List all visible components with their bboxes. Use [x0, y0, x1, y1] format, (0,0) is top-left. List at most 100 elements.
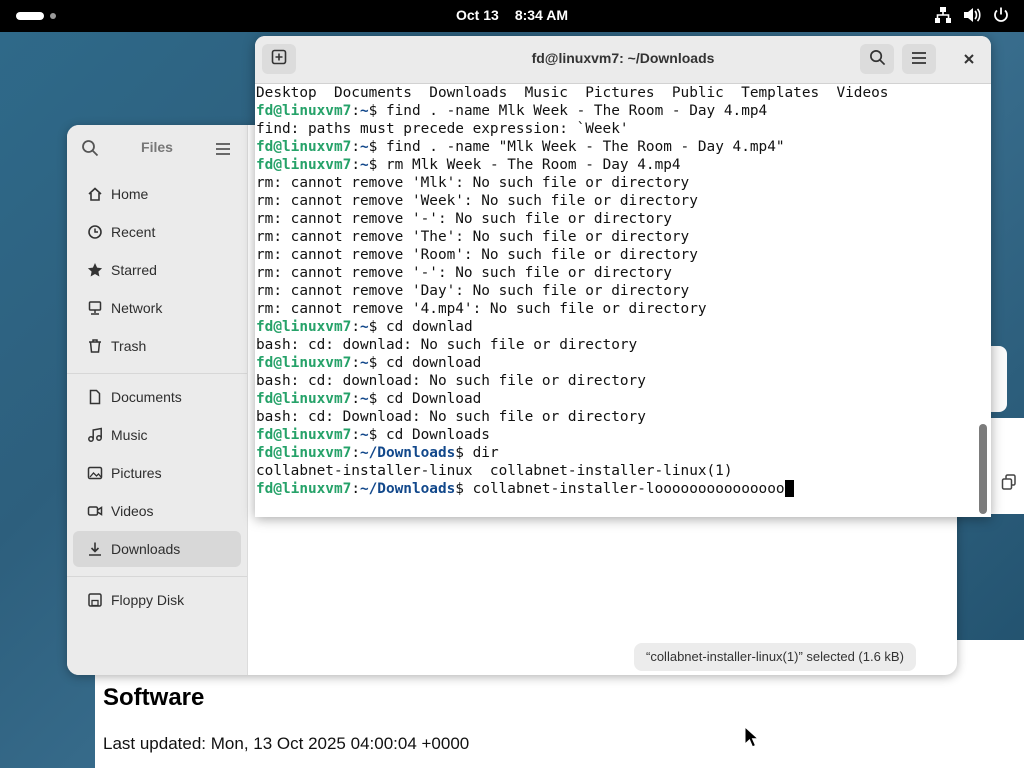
sidebar-item-label: Downloads [111, 541, 181, 557]
output-text: rm: cannot remove 'Room': No such file o… [256, 247, 698, 263]
background-window-panel [991, 418, 1024, 514]
command-text: dir [472, 445, 499, 461]
sidebar-item-label: Documents [111, 389, 182, 405]
output-text: bash: cd: downlad: No such file or direc… [256, 337, 638, 353]
terminal-output-line: rm: cannot remove 'Mlk': No such file or… [256, 174, 976, 192]
sidebar-item-label: Home [111, 186, 149, 202]
prompt-path: ~ [359, 139, 369, 155]
volume-icon[interactable] [962, 6, 982, 24]
home-icon [87, 186, 103, 202]
command-text: cd Download [385, 391, 482, 407]
menu-button[interactable] [902, 44, 936, 74]
output-text: Desktop Documents Downloads Music Pictur… [256, 85, 889, 101]
terminal-prompt-line: fd@linuxvm7:~$ cd downlad [256, 319, 473, 335]
terminal-output-line: find: paths must precede expression: `We… [256, 120, 976, 138]
clock-icon [87, 224, 103, 240]
trash-icon [87, 338, 103, 354]
background-window-edge [991, 346, 1007, 412]
power-icon[interactable] [992, 6, 1010, 24]
terminal-output-line: collabnet-installer-linux collabnet-inst… [256, 462, 976, 480]
sidebar-item-label: Music [111, 427, 148, 443]
output-text: rm: cannot remove 'The': No such file or… [256, 229, 690, 245]
sidebar-item-recent[interactable]: Recent [73, 214, 241, 250]
sidebar-item-label: Pictures [111, 465, 162, 481]
output-text: collabnet-installer-linux collabnet-inst… [256, 463, 733, 479]
terminal-output-line: Desktop Documents Downloads Music Pictur… [256, 84, 976, 102]
copy-icon[interactable] [1001, 474, 1017, 494]
date: Oct 13 [456, 7, 499, 23]
prompt-user: fd@linuxvm7 [256, 157, 352, 173]
sidebar-divider [67, 373, 247, 374]
command-text: find . -name Mlk Week - The Room - Day 4… [385, 103, 768, 119]
floppy-icon [87, 592, 103, 608]
time: 8:34 AM [514, 7, 568, 23]
output-text: find: paths must precede expression: `We… [256, 121, 629, 137]
terminal-prompt-line: fd@linuxvm7:~$ find . -name Mlk Week - T… [256, 103, 768, 119]
terminal-output-line: rm: cannot remove 'Week': No such file o… [256, 192, 976, 210]
prompt-path: ~ [359, 427, 369, 443]
terminal-prompt-line: fd@linuxvm7:~/Downloads$ collabnet-insta… [256, 480, 976, 498]
close-button[interactable] [956, 46, 982, 72]
clock[interactable]: Oct 13 8:34 AM [0, 7, 1024, 23]
terminal-output-line: rm: cannot remove 'The': No such file or… [256, 228, 976, 246]
sidebar-item-pictures[interactable]: Pictures [73, 455, 241, 491]
prompt-path: ~ [359, 319, 369, 335]
terminal-prompt-line: fd@linuxvm7:~$ rm Mlk Week - The Room - … [256, 157, 681, 173]
sidebar-item-starred[interactable]: Starred [73, 252, 241, 288]
terminal-prompt-line: fd@linuxvm7:~$ cd Download [256, 391, 482, 407]
terminal-output-line: rm: cannot remove '-': No such file or d… [256, 210, 976, 228]
terminal-output-line: bash: cd: downlad: No such file or direc… [256, 336, 976, 354]
hamburger-menu-icon[interactable] [215, 141, 231, 160]
terminal-scrollbar[interactable] [979, 424, 987, 514]
search-icon [869, 49, 886, 70]
terminal-prompt-line: fd@linuxvm7:~$ cd download [256, 355, 482, 371]
sidebar-item-network[interactable]: Network [73, 290, 241, 326]
command-text: cd download [385, 355, 482, 371]
system-tray[interactable] [934, 6, 1010, 24]
output-text: rm: cannot remove '-': No such file or d… [256, 265, 672, 281]
sidebar-item-home[interactable]: Home [73, 176, 241, 212]
sidebar-item-videos[interactable]: Videos [73, 493, 241, 529]
prompt-path: ~ [359, 103, 369, 119]
sidebar-item-label: Videos [111, 503, 154, 519]
sidebar-item-label: Recent [111, 224, 156, 240]
search-button[interactable] [860, 44, 894, 74]
prompt-path: ~/Downloads [359, 445, 456, 461]
download-icon [87, 541, 103, 557]
terminal-header: fd@linuxvm7: ~/Downloads [255, 36, 991, 84]
command-text: find . -name "Mlk Week - The Room - Day … [385, 139, 785, 155]
prompt-user: fd@linuxvm7 [256, 445, 352, 461]
document-icon [87, 389, 103, 405]
sidebar-item-label: Trash [111, 338, 147, 354]
terminal-window[interactable]: fd@linuxvm7: ~/Downloads Desktop Documen… [255, 36, 991, 517]
terminal-prompt-line: fd@linuxvm7:~$ cd Downloads [256, 427, 490, 443]
network-icon[interactable] [934, 6, 952, 24]
mouse-pointer-icon [744, 725, 760, 752]
terminal-output[interactable]: Desktop Documents Downloads Music Pictur… [256, 84, 976, 514]
sidebar-item-trash[interactable]: Trash [73, 328, 241, 364]
prompt-user: fd@linuxvm7 [256, 319, 352, 335]
prompt-user: fd@linuxvm7 [256, 355, 352, 371]
sidebar-item-documents[interactable]: Documents [73, 379, 241, 415]
picture-icon [87, 465, 103, 481]
command-text: cd Downloads [385, 427, 490, 443]
close-icon [963, 50, 975, 69]
prompt-path: ~/Downloads [359, 481, 456, 497]
selection-status: “collabnet-installer-linux(1)” selected … [634, 643, 916, 671]
software-title: Software [103, 684, 205, 711]
text-cursor [784, 480, 794, 497]
output-text: rm: cannot remove 'Day': No such file or… [256, 283, 690, 299]
last-updated-text: Last updated: Mon, 13 Oct 2025 04:00:04 … [103, 734, 470, 753]
sidebar-item-music[interactable]: Music [73, 417, 241, 453]
sidebar-item-floppy-disk[interactable]: Floppy Disk [73, 582, 241, 618]
prompt-user: fd@linuxvm7 [256, 139, 352, 155]
sidebar-item-downloads[interactable]: Downloads [73, 531, 241, 567]
terminal-output-line: bash: cd: Download: No such file or dire… [256, 408, 976, 426]
terminal-prompt-line: fd@linuxvm7:~/Downloads$ dir [256, 445, 499, 461]
network-icon [87, 300, 103, 316]
hamburger-menu-icon [911, 50, 927, 69]
prompt-path: ~ [359, 355, 369, 371]
sidebar-item-label: Starred [111, 262, 157, 278]
output-text: bash: cd: download: No such file or dire… [256, 373, 646, 389]
output-text: rm: cannot remove '-': No such file or d… [256, 211, 672, 227]
